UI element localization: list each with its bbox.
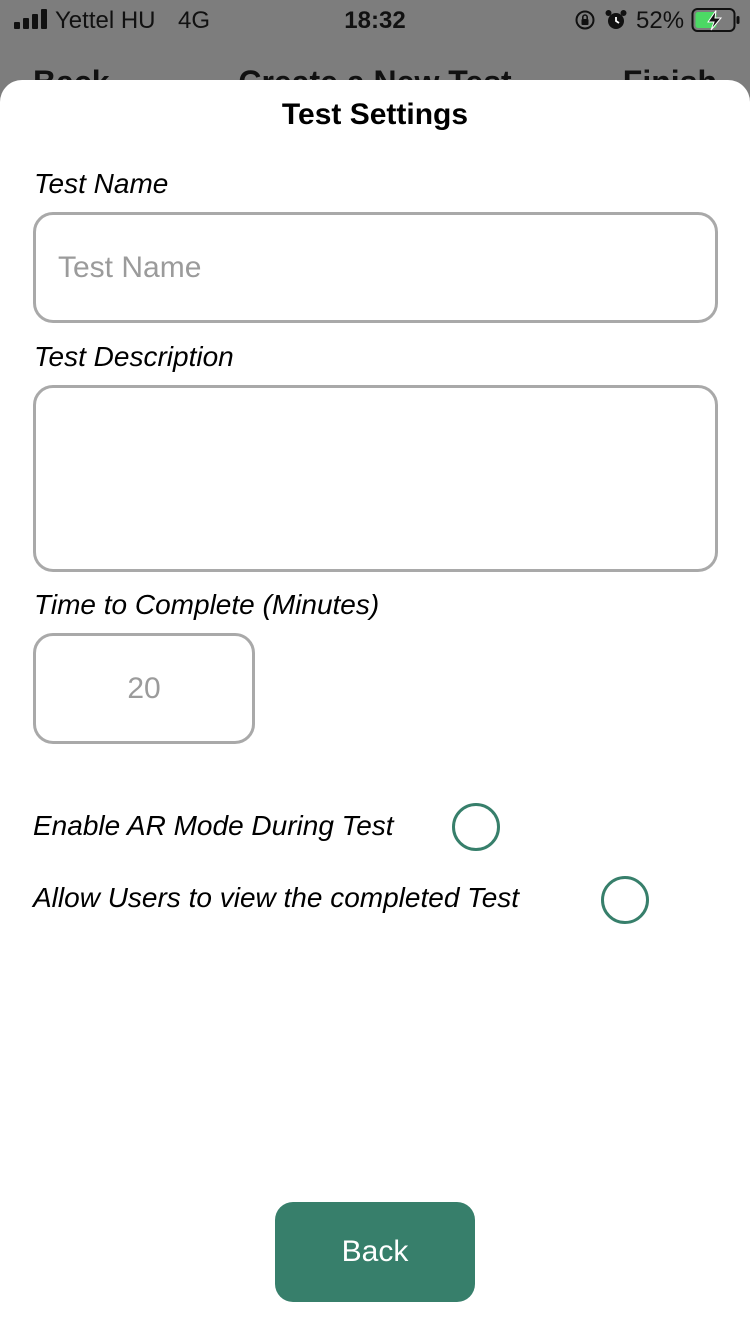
alarm-icon <box>605 10 627 29</box>
status-bar: Yettel HU 4G 18:32 52% <box>0 0 750 40</box>
test-description-input[interactable] <box>33 385 718 572</box>
test-name-input[interactable] <box>33 212 718 323</box>
test-name-label: Test Name <box>34 168 169 199</box>
ar-mode-label: Enable AR Mode During Test <box>33 810 394 841</box>
battery-percent: 52% <box>636 7 685 34</box>
test-description-label: Test Description <box>34 341 234 372</box>
ar-mode-radio[interactable] <box>452 803 500 851</box>
time-to-complete-input[interactable] <box>33 633 255 744</box>
test-settings-sheet: Test Settings Test Name Test Description… <box>0 80 750 1334</box>
back-button[interactable]: Back <box>275 1202 475 1302</box>
orientation-lock-icon <box>575 10 595 30</box>
sheet-title: Test Settings <box>281 98 469 131</box>
time-to-complete-label: Time to Complete (Minutes) <box>34 589 380 620</box>
view-completed-radio[interactable] <box>601 876 649 924</box>
battery-charging-icon <box>691 8 740 32</box>
view-completed-label: Allow Users to view the completed Test <box>33 882 520 913</box>
